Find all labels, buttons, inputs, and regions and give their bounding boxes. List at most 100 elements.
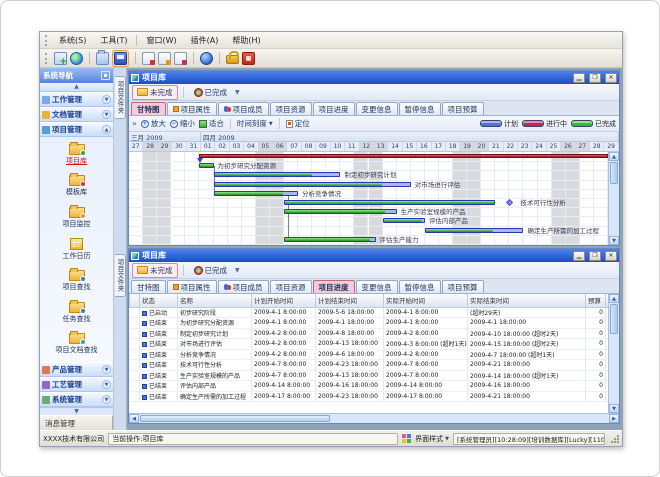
filter-overflow-icon[interactable]: ▼ <box>235 89 240 96</box>
sidebar-group-系统管理[interactable]: 系统管理▼ <box>40 392 113 407</box>
tab-项目资源[interactable]: 项目资源 <box>270 280 312 293</box>
row-selector[interactable] <box>130 349 140 360</box>
gantt-summary-bar-初步研究阶段[interactable] <box>199 154 608 158</box>
gantt-bar-对市场进行评估[interactable] <box>214 182 411 187</box>
gantt-bar-分析竞争情况[interactable] <box>214 191 299 196</box>
table-vertical-scrollbar[interactable]: ▲ ▼ <box>608 294 619 413</box>
tab-项目进度[interactable]: 项目进度 <box>313 102 355 115</box>
table-row[interactable]: 已结束分析竞争情况2009-4-2 8:00:002009-4-6 18:00:… <box>130 349 609 360</box>
exit-icon[interactable] <box>242 52 255 65</box>
menu-item-1[interactable]: 系统(S) <box>52 33 93 48</box>
table-row[interactable]: 已结束技术可行性分析2009-4-7 8:00:002009-4-23 18:0… <box>130 360 609 371</box>
gantt-vertical-scrollbar[interactable]: ▲ ▼ <box>608 152 619 245</box>
report-delete-icon[interactable] <box>174 52 187 65</box>
filter-未完成[interactable]: 未完成 <box>132 85 178 100</box>
toolbar-grip[interactable] <box>45 53 49 64</box>
menubar-grip[interactable] <box>45 35 49 46</box>
row-selector[interactable] <box>130 318 140 329</box>
row-selector[interactable] <box>130 307 140 318</box>
scroll-thumb[interactable] <box>610 304 618 334</box>
scroll-thumb[interactable] <box>140 415 330 422</box>
locate-button[interactable]: 定位 <box>286 118 310 129</box>
column-header-实际结束时间[interactable]: 实际结束时间 <box>468 294 586 307</box>
sidebar-item-项目库[interactable]: 项目库 <box>40 144 113 166</box>
column-header-状态[interactable]: 状态 <box>140 294 178 307</box>
gantt-bar-生产实验室规模的产品[interactable] <box>284 209 397 214</box>
globe-icon[interactable] <box>70 52 83 65</box>
row-selector[interactable] <box>130 370 140 381</box>
sidebar-item-工作日历[interactable]: 工作日历 <box>40 238 113 261</box>
tab-项目成员[interactable]: 项目成员 <box>218 102 269 115</box>
close-button[interactable]: ✕ <box>605 73 617 83</box>
tab-甘特图[interactable]: 甘特图 <box>131 102 166 115</box>
tab-项目属性[interactable]: 项目属性 <box>167 102 217 115</box>
sidebar-group-项目管理[interactable]: 项目管理▲ <box>40 122 113 137</box>
table-row[interactable]: 已结束为初步研究分配资源2009-4-1 8:00:002009-4-1 18:… <box>130 318 609 329</box>
row-selector[interactable] <box>130 339 140 350</box>
gantt-bar-评估内部产品[interactable] <box>383 218 425 223</box>
table-row[interactable]: 已结束评估内部产品2009-4-14 8:00:002009-4-16 18:0… <box>130 381 609 392</box>
time-scale-button[interactable]: 时间刻度▼ <box>237 118 273 129</box>
close-button[interactable]: ✕ <box>605 251 617 261</box>
chevron-down-icon[interactable]: ▼ <box>102 95 111 104</box>
row-selector[interactable] <box>130 328 140 339</box>
report-new-icon[interactable] <box>142 52 155 65</box>
tab-project-folder-bottom[interactable]: 项目文件夹 <box>115 254 126 297</box>
row-selector[interactable] <box>130 360 140 371</box>
tab-项目资源[interactable]: 项目资源 <box>270 102 312 115</box>
gantt-bar-确定生产所需的加工过程[interactable] <box>425 228 524 233</box>
filter-未完成[interactable]: 未完成 <box>132 263 178 278</box>
tab-甘特图[interactable]: 甘特图 <box>131 280 166 293</box>
table-row[interactable]: 已启动初步研究阶段2009-4-1 8:00:002009-5-6 18:00:… <box>130 307 609 318</box>
tab-项目属性[interactable]: 项目属性 <box>167 280 217 293</box>
column-header-计划结束时间[interactable]: 计划结束时间 <box>316 294 384 307</box>
sidebar-item-项目查找[interactable]: 项目查找 <box>40 270 113 292</box>
chevron-down-icon[interactable]: ▼ <box>102 110 111 119</box>
row-selector[interactable] <box>130 381 140 392</box>
sidebar-collapse-strip[interactable]: ▲ <box>40 83 113 92</box>
save-button-highlight[interactable] <box>112 50 129 67</box>
sidebar-overflow-button[interactable]: ▼ <box>40 407 113 415</box>
tab-变更信息[interactable]: 变更信息 <box>356 280 398 293</box>
interface-style-button[interactable]: 界面样式▼ <box>415 434 449 444</box>
sidebar-item-模板库[interactable]: 模板库 <box>40 175 113 197</box>
gantt-bar-技术可行性分析[interactable] <box>284 200 495 205</box>
fit-button[interactable]: 适合 <box>199 118 224 129</box>
open-folder-icon[interactable] <box>96 52 109 65</box>
minimize-button[interactable]: ▁ <box>573 251 585 261</box>
resize-grip[interactable] <box>611 435 619 443</box>
menu-item-2[interactable]: 工具(T) <box>93 33 134 48</box>
column-header-预算[interactable]: 预算 <box>586 294 606 307</box>
table-row[interactable]: 已结束制定初步研究计划2009-4-2 8:00:002009-4-8 18:0… <box>130 328 609 339</box>
sidebar-item-任务查找[interactable]: 任务查找 <box>40 302 113 324</box>
tab-项目预算[interactable]: 项目预算 <box>442 280 484 293</box>
menu-item-4[interactable]: 插件(A) <box>184 33 226 48</box>
scroll-up-icon[interactable]: ▲ <box>609 152 619 161</box>
scroll-right-icon[interactable]: ▶ <box>609 414 619 423</box>
filter-overflow-icon[interactable]: ▼ <box>235 267 240 274</box>
scroll-down-icon[interactable]: ▼ <box>609 236 619 245</box>
tab-变更信息[interactable]: 变更信息 <box>356 102 398 115</box>
filter-已完成[interactable]: 已完成 <box>189 85 233 100</box>
sidebar-group-工作管理[interactable]: 工作管理▼ <box>40 92 113 107</box>
scroll-up-icon[interactable]: ▲ <box>609 294 619 303</box>
minimize-button[interactable]: ▁ <box>573 73 585 83</box>
table-horizontal-scrollbar[interactable]: ◀ ▶ <box>129 413 619 423</box>
chevron-down-icon[interactable]: ▼ <box>102 380 111 389</box>
scroll-thumb[interactable] <box>610 162 618 184</box>
table-row[interactable]: 已结束生产实验室规模的产品2009-4-7 8:00:002009-4-13 1… <box>130 370 609 381</box>
toolbar-overflow-chevron[interactable]: » <box>132 119 137 128</box>
gantt-bar-评估生产能力[interactable] <box>284 237 376 242</box>
tab-暂停信息[interactable]: 暂停信息 <box>399 102 441 115</box>
help-icon[interactable] <box>200 52 213 65</box>
new-project-icon[interactable] <box>54 52 67 65</box>
tab-暂停信息[interactable]: 暂停信息 <box>399 280 441 293</box>
column-header-计划开始时间[interactable]: 计划开始时间 <box>252 294 316 307</box>
restore-button[interactable]: ❐ <box>589 73 601 83</box>
column-header-实际开始时间[interactable]: 实际开始时间 <box>384 294 468 307</box>
menu-item-5[interactable]: 帮助(H) <box>225 33 267 48</box>
save-icon[interactable] <box>114 52 127 65</box>
progress-table[interactable]: 状态名称计划开始时间计划结束时间实际开始时间实际结束时间预算成本已启动初步研究阶… <box>129 294 608 402</box>
tab-message-management[interactable]: 消息管理 <box>40 415 113 430</box>
sidebar-group-产品管理[interactable]: 产品管理▼ <box>40 362 113 377</box>
